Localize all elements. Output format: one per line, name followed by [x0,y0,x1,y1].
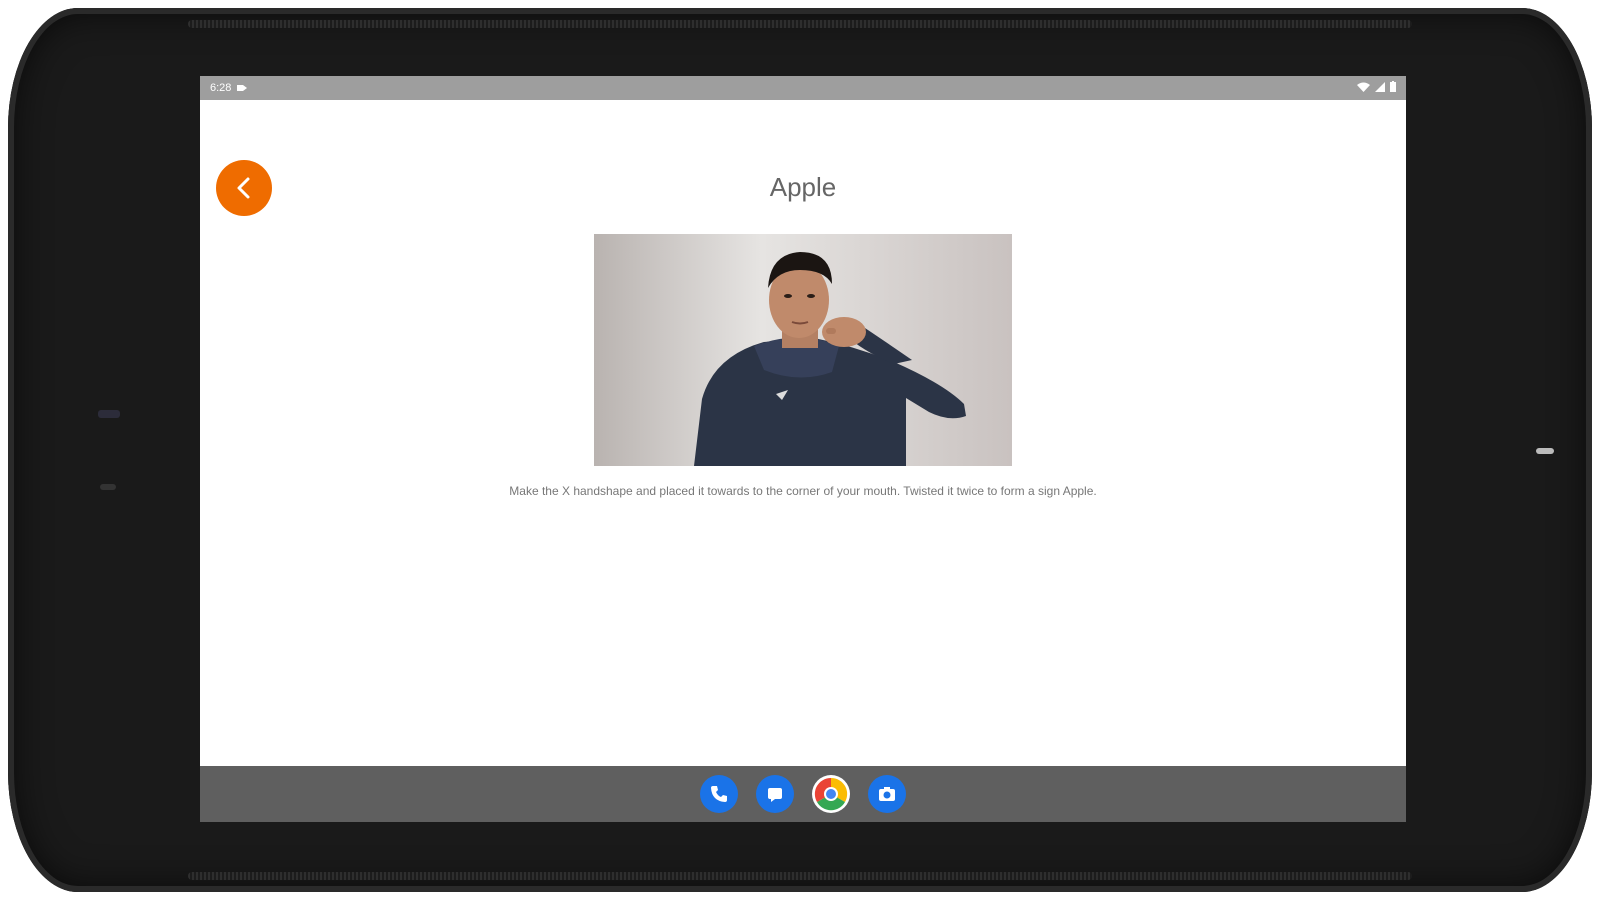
battery-icon [1390,81,1396,95]
chrome-app-button[interactable] [812,775,850,813]
speaker-grille-top [188,20,1412,28]
light-sensor [100,484,116,490]
phone-app-button[interactable] [700,775,738,813]
messages-icon [768,788,782,802]
phone-icon [711,786,727,802]
dock-bar [200,766,1406,822]
sign-description: Make the X handshape and placed it towar… [509,484,1097,498]
camera-app-button[interactable] [868,775,906,813]
status-time: 6:28 [210,82,232,94]
page-title: Apple [769,172,837,202]
front-camera [98,410,120,418]
notification-icon [236,82,248,95]
chrome-icon [814,777,848,811]
signal-icon [1375,81,1385,95]
messages-app-button[interactable] [756,775,794,813]
side-button [1536,448,1554,454]
status-bar: 6:28 [200,76,1406,100]
speaker-grille-bottom [188,872,1412,880]
app-screen: 6:28 Apple Make the X handshape and plac… [200,76,1406,822]
camera-icon [879,787,895,801]
sign-demonstration-image [594,234,1012,466]
wifi-icon [1357,82,1370,95]
